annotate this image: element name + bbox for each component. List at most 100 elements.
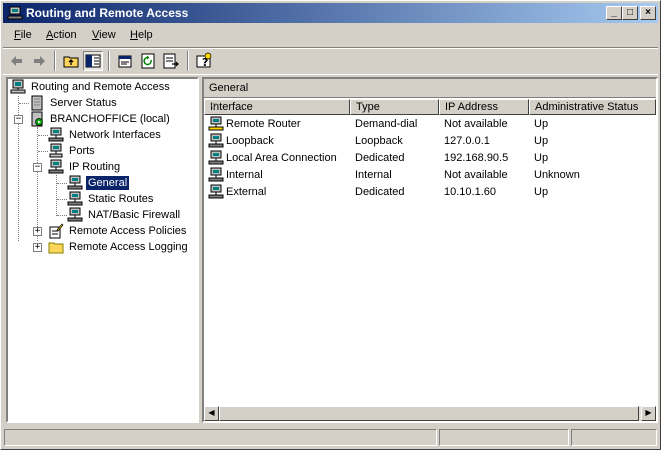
cell-ip-address: 192.168.90.5 (444, 152, 509, 164)
cell-interface: Local Area Connection (226, 152, 337, 164)
status-bar-section (439, 429, 569, 446)
cell-status: Up (534, 118, 549, 130)
sort-descending-icon: ▽ (210, 101, 217, 111)
minimize-button[interactable]: _ (606, 6, 622, 20)
ports-icon (49, 143, 63, 158)
cell-ip-address: 10.10.1.60 (444, 186, 496, 198)
tree-line (57, 199, 67, 200)
tree-label: IP Routing (69, 161, 121, 173)
cell-type: Dedicated (355, 186, 405, 198)
cell-type: Internal (355, 169, 392, 181)
maximize-button[interactable]: □ (622, 6, 638, 20)
tree-line (38, 135, 48, 136)
tree-line (57, 215, 67, 216)
cell-status: Up (534, 186, 549, 198)
scroll-right-button[interactable]: ▶ (641, 406, 656, 421)
network-interface-icon (208, 184, 224, 199)
horizontal-scrollbar[interactable]: ◀ ▶ (204, 406, 656, 421)
table-row[interactable]: External Dedicated 10.10.1.60 Up (204, 184, 656, 201)
column-header-ip-address[interactable]: IP Address (439, 99, 529, 115)
properties-icon (118, 55, 132, 68)
export-list-button[interactable] (161, 51, 181, 71)
table-row[interactable]: Local Area Connection Dedicated 192.168.90… (204, 150, 656, 167)
tree-label: Routing and Remote Access (31, 81, 170, 93)
expand-toggle-logging[interactable]: + (33, 243, 42, 252)
cell-interface: Internal (226, 169, 263, 181)
network-interface-icon (208, 167, 224, 182)
scroll-left-button[interactable]: ◀ (204, 406, 219, 421)
cell-status: Up (534, 152, 549, 164)
tree-label: BRANCHOFFICE (local) (50, 113, 170, 125)
up-one-level-button[interactable] (61, 51, 81, 71)
help-button[interactable]: ? (194, 51, 214, 71)
cell-type: Dedicated (355, 152, 405, 164)
close-button[interactable]: × (640, 6, 656, 20)
back-arrow-icon (11, 56, 22, 66)
tree-label: Remote Access Policies (69, 225, 187, 237)
column-label: Type (356, 101, 380, 113)
tree-label: Network Interfaces (69, 129, 161, 141)
toolbar-separator (187, 51, 189, 71)
app-window: Routing and Remote Access _ □ × File Act… (0, 0, 661, 450)
cell-type: Demand-dial (355, 118, 418, 130)
scroll-thumb[interactable] (219, 406, 639, 421)
show-hide-tree-icon (85, 54, 101, 68)
show-hide-tree-button[interactable] (83, 51, 103, 71)
tree-label: General (84, 175, 131, 191)
tree-label: Ports (69, 145, 95, 157)
refresh-button[interactable] (138, 51, 158, 71)
cell-interface: Loopback (226, 135, 274, 147)
status-bar-section (571, 429, 657, 446)
tree-line (37, 127, 38, 241)
routing-app-icon (7, 6, 23, 20)
column-label: Administrative Status (535, 101, 639, 113)
properties-button[interactable] (115, 51, 135, 71)
expand-toggle-policies[interactable]: + (33, 227, 42, 236)
status-bar-main (4, 429, 437, 446)
table-row[interactable]: Internal Internal Not available Unknown (204, 167, 656, 184)
cell-ip-address: 127.0.0.1 (444, 135, 490, 147)
column-header-administrative-status[interactable]: Administrative Status (529, 99, 656, 115)
column-header-interface[interactable]: Interface ▽ (204, 99, 350, 115)
demand-dial-icon (208, 116, 224, 131)
column-header-type[interactable]: Type (350, 99, 439, 115)
toolbar-separator (54, 51, 56, 71)
server-running-icon (31, 111, 43, 127)
nat-firewall-icon (67, 207, 83, 222)
expand-toggle-ip-routing[interactable]: − (33, 163, 42, 172)
tree-line (56, 175, 57, 216)
menu-help[interactable]: Help (130, 29, 153, 41)
tree-label: NAT/Basic Firewall (88, 209, 181, 221)
pane-title: General (209, 82, 249, 94)
help-icon: ? (196, 52, 212, 69)
details-pane[interactable]: General Interface ▽ Type IP Address Admi… (202, 77, 658, 423)
static-routes-icon (67, 191, 83, 206)
title-bar[interactable]: Routing and Remote Access _ □ × (3, 3, 658, 23)
menu-file[interactable]: File (14, 29, 32, 41)
policies-icon (49, 223, 64, 239)
console-tree[interactable]: − − + + Routing and Remote Access Server… (6, 77, 199, 423)
network-interfaces-icon (48, 127, 64, 142)
tree-label: Server Status (50, 97, 117, 109)
column-label: IP Address (445, 101, 498, 113)
general-icon (67, 175, 83, 190)
forward-arrow-icon (34, 56, 45, 66)
refresh-icon (141, 53, 155, 69)
table-row[interactable]: Remote Router Demand-dial Not available Up (204, 116, 656, 133)
menu-view[interactable]: View (92, 29, 116, 41)
network-interface-icon (208, 150, 224, 165)
cell-ip-address: Not available (444, 169, 508, 181)
export-list-icon (163, 53, 179, 69)
back-button[interactable] (7, 51, 27, 71)
cell-ip-address: Not available (444, 118, 508, 130)
menu-bar: File Action View Help (3, 26, 658, 45)
expand-toggle-server[interactable]: − (14, 115, 23, 124)
table-row[interactable]: Loopback Loopback 127.0.0.1 Up (204, 133, 656, 150)
forward-button[interactable] (29, 51, 49, 71)
tree-line (19, 103, 29, 104)
tree-line (38, 151, 48, 152)
server-status-icon (31, 95, 43, 111)
window-title: Routing and Remote Access (26, 6, 189, 20)
menu-action[interactable]: Action (46, 29, 77, 41)
up-folder-icon (63, 56, 79, 68)
